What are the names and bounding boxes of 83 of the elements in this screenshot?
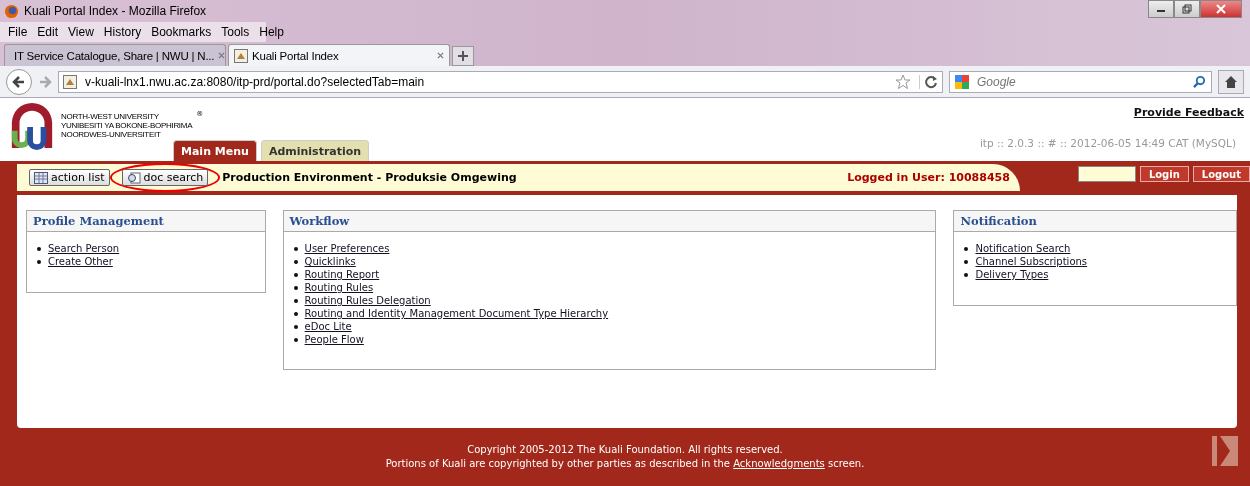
logout-button[interactable]: Logout [1192, 166, 1250, 182]
copyright-text: Copyright 2005-2012 The Kuali Foundation. All rights reserved. [467, 443, 783, 457]
bullet-icon [964, 246, 969, 251]
bullet-icon [293, 246, 298, 251]
menu-link[interactable]: eDoc Lite [304, 320, 352, 333]
star-icon[interactable] [895, 73, 911, 90]
kuali-logo-icon [1212, 436, 1238, 466]
close-button[interactable] [1200, 0, 1242, 18]
back-arrow-icon [12, 74, 26, 89]
search-icon[interactable] [1193, 75, 1206, 88]
search-engine-icon[interactable] [955, 74, 969, 89]
page-icon [234, 48, 248, 63]
environment-text: Production Environment - Produksie Omgewing [222, 171, 517, 184]
bullet-icon [293, 324, 298, 329]
close-icon [1216, 4, 1226, 14]
reload-icon[interactable] [919, 74, 938, 89]
menu-link[interactable]: Delivery Types [975, 268, 1049, 281]
menu-link[interactable]: Routing Rules Delegation [304, 294, 431, 307]
restore-icon [1182, 4, 1192, 14]
version-text: itp :: 2.0.3 :: # :: 2012-06-05 14:49 CAT (MySQL) [979, 137, 1237, 149]
new-tab-button[interactable] [452, 46, 474, 66]
restore-button[interactable] [1174, 0, 1200, 18]
menu-link[interactable]: Routing and Identity Management Document Type Hierarchy [304, 307, 609, 320]
logged-in-text: Logged in User: 10088458 [847, 171, 1010, 184]
tab-title: IT Service Catalogue, Share | NWU | N... [14, 49, 215, 62]
bullet-icon [964, 259, 969, 264]
menu-item[interactable]: Help [259, 25, 284, 39]
table-icon [34, 171, 48, 184]
acknowledgments-link[interactable]: Acknowledgments [733, 458, 825, 469]
menu-item[interactable]: File [8, 25, 28, 39]
page-icon [63, 74, 77, 89]
panel-title: Workflow [283, 211, 936, 232]
menu-item[interactable]: Bookmarks [151, 25, 212, 39]
university-name: YUNIBESITI YA BOKONE-BOPHIRIMA [61, 121, 193, 130]
bullet-icon [37, 259, 41, 264]
menu-link[interactable]: User Preferences [304, 242, 390, 255]
home-icon [1224, 74, 1238, 89]
user-id-field[interactable] [1077, 166, 1136, 182]
window-title: Kuali Portal Index - Mozilla Firefox [24, 4, 207, 18]
menu-item[interactable]: View [68, 25, 94, 39]
minimize-button[interactable] [1148, 0, 1174, 18]
menu-item[interactable]: Edit [37, 25, 59, 39]
menu-link[interactable]: People Flow [304, 333, 364, 346]
menu-link[interactable]: Routing Rules [304, 281, 374, 294]
menu-link[interactable]: Create Other [48, 255, 113, 268]
menu-link[interactable]: Routing Report [304, 268, 380, 281]
bullet-icon [293, 285, 298, 290]
bullet-icon [964, 272, 969, 277]
bullet-icon [293, 259, 298, 264]
magnifier-icon [126, 171, 141, 184]
portal-tab[interactable]: Main Menu [173, 140, 257, 161]
menu-link[interactable]: Quicklinks [304, 255, 356, 268]
home-button[interactable] [1218, 69, 1244, 94]
university-name: NORTH-WEST UNIVERSITY [61, 112, 160, 121]
close-icon[interactable] [218, 52, 226, 59]
browser-tab[interactable]: Kuali Portal Index [228, 44, 450, 66]
feedback-link[interactable]: Provide Feedback [1133, 106, 1244, 119]
tab-title: Kuali Portal Index [252, 49, 340, 62]
menu-item[interactable]: History [103, 25, 142, 39]
portions-text: Portions of Kuali are copyrighted by other parties as described in the Acknowledgments screen. [385, 457, 865, 471]
menu-item[interactable]: Tools [221, 25, 250, 39]
menu-link[interactable]: Notification Search [975, 242, 1071, 255]
panel-title: Notification [954, 211, 1236, 232]
menu-link[interactable]: Search Person [48, 242, 120, 255]
bullet-icon [293, 337, 298, 342]
university-name: NOORDWES-UNIVERSITEIT [61, 130, 162, 139]
bullet-icon [293, 298, 298, 303]
action-list-button[interactable]: action list [29, 169, 110, 186]
close-icon[interactable] [437, 52, 444, 59]
plus-icon [458, 51, 468, 61]
back-button[interactable] [6, 68, 32, 95]
bullet-icon [293, 311, 298, 316]
address-text: v-kuali-lnx1.nwu.ac.za:8080/itp-prd/portal.do?selectedTab=main [85, 74, 425, 89]
menu-link[interactable]: Channel Subscriptions [975, 255, 1088, 268]
panel-title: Profile Management [27, 211, 265, 232]
bullet-icon [37, 246, 41, 251]
bullet-icon [293, 272, 298, 277]
doc-search-button[interactable]: doc search [121, 169, 209, 186]
browser-tab[interactable]: IT Service Catalogue, Share | NWU | N... [4, 44, 226, 66]
login-button[interactable]: Login [1139, 166, 1189, 182]
address-field[interactable]: v-kuali-lnx1.nwu.ac.za:8080/itp-prd/portal.do?selectedTab=main [58, 70, 943, 93]
portal-tab[interactable]: Administration [260, 140, 370, 161]
search-field[interactable]: Google [949, 70, 1212, 93]
